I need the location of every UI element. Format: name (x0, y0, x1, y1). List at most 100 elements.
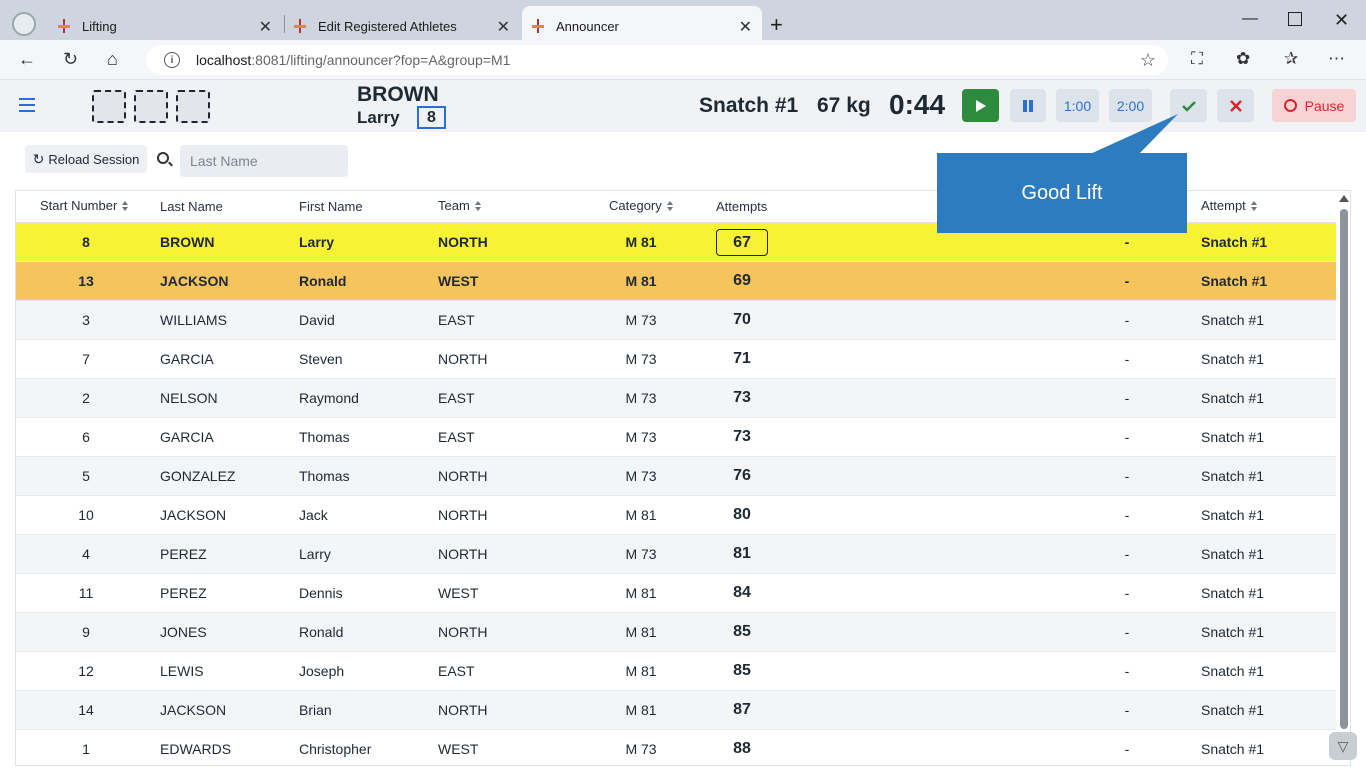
sort-icon[interactable] (122, 200, 129, 211)
cell-category: M 73 (625, 468, 657, 484)
no-lift-button[interactable] (1217, 89, 1254, 122)
column-team[interactable]: Team (438, 198, 482, 213)
cell-last-name: WILLIAMS (160, 312, 227, 328)
pause-label: Pause (1304, 97, 1345, 114)
cell-category: M 73 (625, 312, 657, 328)
cell-attempt: Snatch #1 (1201, 312, 1265, 328)
cell-attempt: Snatch #1 (1201, 585, 1265, 601)
cell-attempt: Snatch #1 (1201, 741, 1265, 757)
cell-first-name: Jack (299, 507, 328, 523)
attempt-clock: 0:44 (889, 89, 946, 120)
cell-attempt: Snatch #1 (1201, 624, 1265, 640)
reload-session-button[interactable]: ↻ Reload Session (25, 145, 147, 173)
cell-attempt: Snatch #1 (1201, 507, 1265, 523)
grid-scrollbar[interactable] (1337, 191, 1350, 765)
cell-attempt-weight: 87 (733, 701, 751, 718)
pause-competition-button[interactable]: Pause (1272, 89, 1356, 122)
sort-icon[interactable] (474, 200, 482, 211)
url-host: localhost (196, 52, 252, 68)
cell-attempt-weight: 85 (733, 623, 751, 640)
cell-placeholder: - (1124, 702, 1130, 718)
cell-team: NORTH (438, 702, 488, 718)
cell-start-number: 1 (82, 741, 90, 757)
checkmark-icon (1181, 100, 1196, 112)
table-row[interactable]: 11 PEREZ Dennis WEST M 81 84 - Snatch #1 (16, 574, 1336, 613)
cell-first-name: Brian (299, 702, 332, 718)
cell-start-number: 12 (78, 663, 94, 679)
reset-1min-button[interactable]: 1:00 (1056, 89, 1099, 122)
cell-start-number: 11 (78, 585, 94, 601)
cell-first-name: David (299, 312, 335, 328)
new-tab-icon[interactable]: + (770, 12, 783, 38)
close-tab-icon[interactable]: ✕ (259, 17, 272, 37)
cell-category: M 73 (625, 390, 657, 406)
table-row[interactable]: 14 JACKSON Brian NORTH M 81 87 - Snatch … (16, 691, 1336, 730)
hamburger-menu-icon[interactable] (19, 98, 35, 112)
cell-attempt-weight: 88 (733, 740, 751, 757)
table-row[interactable]: 2 NELSON Raymond EAST M 73 73 - Snatch #… (16, 379, 1336, 418)
reset-2min-button[interactable]: 2:00 (1109, 89, 1152, 122)
cell-placeholder: - (1124, 741, 1130, 757)
scrollbar-thumb[interactable] (1340, 209, 1348, 729)
favorites-icon[interactable]: ✰ (1284, 49, 1298, 69)
cell-placeholder: - (1124, 624, 1130, 640)
close-tab-icon[interactable]: ✕ (739, 17, 752, 37)
table-row[interactable]: 1 EDWARDS Christopher WEST M 73 88 - Sna… (16, 730, 1336, 765)
back-icon[interactable]: ← (18, 49, 36, 70)
cell-start-number: 8 (82, 234, 90, 250)
cell-attempt: Snatch #1 (1201, 390, 1265, 406)
screen-capture-icon[interactable]: ⛶ (1191, 49, 1203, 69)
tab-title: Edit Registered Athletes (318, 18, 457, 34)
table-row[interactable]: 12 LEWIS Joseph EAST M 81 85 - Snatch #1 (16, 652, 1336, 691)
cell-placeholder: - (1124, 234, 1130, 250)
cell-last-name: JONES (160, 624, 207, 640)
cell-placeholder: - (1124, 663, 1130, 679)
favorite-star-icon[interactable]: ☆ (1140, 50, 1156, 71)
window-close-icon[interactable]: ✕ (1334, 10, 1349, 31)
column-attempt[interactable]: Attempt (1201, 198, 1258, 213)
maximize-icon[interactable] (1288, 12, 1302, 26)
table-row[interactable]: 6 GARCIA Thomas EAST M 73 73 - Snatch #1 (16, 418, 1336, 457)
last-name-search-input[interactable] (180, 145, 348, 177)
grid-body: 8 BROWN Larry NORTH M 81 67 - Snatch #1 … (16, 223, 1336, 765)
cell-attempt-weight[interactable]: 67 (716, 229, 768, 256)
url-field[interactable]: i localhost:8081/lifting/announcer?fop=A… (146, 45, 1168, 75)
home-icon[interactable]: ⌂ (107, 49, 118, 70)
sort-icon[interactable] (1250, 200, 1258, 211)
table-row[interactable]: 5 GONZALEZ Thomas NORTH M 73 76 - Snatch… (16, 457, 1336, 496)
minimize-icon[interactable]: — (1242, 10, 1258, 28)
cell-attempt-weight: 69 (733, 272, 751, 289)
cell-start-number: 14 (78, 702, 94, 718)
sort-icon[interactable] (666, 200, 674, 211)
cell-attempt: Snatch #1 (1201, 546, 1265, 562)
refresh-icon[interactable]: ↻ (63, 49, 78, 70)
app-favicon-icon (530, 18, 546, 34)
search-icon (157, 152, 169, 164)
scroll-up-arrow-icon[interactable] (1339, 195, 1349, 202)
scroll-to-bottom-icon[interactable]: ▽ (1329, 732, 1357, 760)
table-row[interactable]: 4 PEREZ Larry NORTH M 73 81 - Snatch #1 (16, 535, 1336, 574)
cell-attempt-weight: 85 (733, 662, 751, 679)
cell-category: M 81 (625, 624, 657, 640)
column-start-number[interactable]: Start Number (40, 198, 129, 213)
table-row[interactable]: 7 GARCIA Steven NORTH M 73 71 - Snatch #… (16, 340, 1336, 379)
extensions-icon[interactable]: ✿ (1236, 49, 1250, 69)
cell-team: NORTH (438, 351, 488, 367)
column-category[interactable]: Category (609, 198, 674, 213)
good-lift-button[interactable] (1170, 89, 1207, 122)
profile-icon[interactable] (12, 12, 36, 36)
start-clock-button[interactable] (962, 89, 999, 122)
stop-clock-button[interactable] (1010, 89, 1046, 122)
cell-category: M 73 (625, 429, 657, 445)
more-options-icon[interactable]: ⋯ (1328, 49, 1345, 69)
table-row[interactable]: 3 WILLIAMS David EAST M 73 70 - Snatch #… (16, 301, 1336, 340)
close-tab-icon[interactable]: ✕ (497, 17, 510, 37)
table-row[interactable]: 10 JACKSON Jack NORTH M 81 80 - Snatch #… (16, 496, 1336, 535)
referee-decision-light-2 (134, 90, 168, 123)
cell-last-name: NELSON (160, 390, 218, 406)
cell-last-name: PEREZ (160, 546, 207, 562)
cell-start-number: 2 (82, 390, 90, 406)
table-row[interactable]: 9 JONES Ronald NORTH M 81 85 - Snatch #1 (16, 613, 1336, 652)
table-row-next-lifter[interactable]: 13 JACKSON Ronald WEST M 81 69 - Snatch … (16, 262, 1336, 301)
site-info-icon[interactable]: i (164, 52, 180, 68)
